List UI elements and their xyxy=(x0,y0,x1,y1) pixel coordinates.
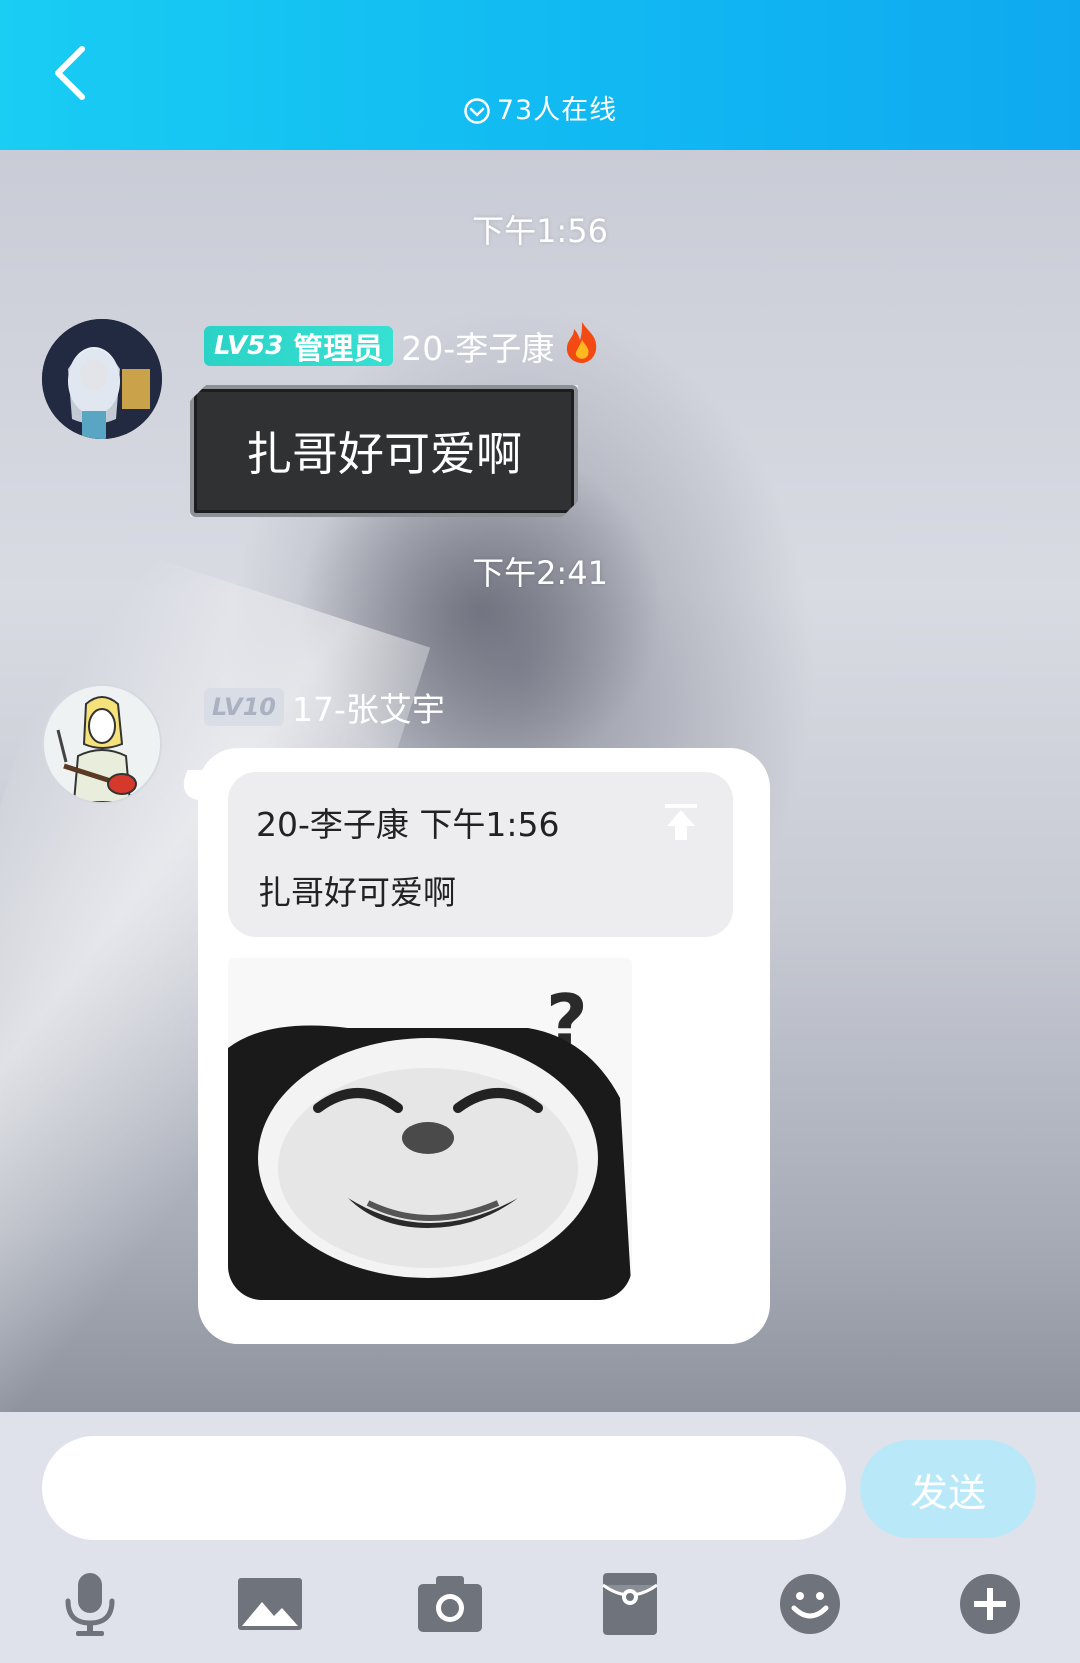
microphone-icon xyxy=(65,1573,115,1636)
jump-to-quote-icon[interactable] xyxy=(659,800,703,844)
fire-icon xyxy=(562,320,602,372)
emoji-button[interactable] xyxy=(774,1568,846,1640)
message-input[interactable] xyxy=(42,1436,846,1540)
guitarist-avatar-icon xyxy=(44,686,160,802)
red-packet-button[interactable] xyxy=(594,1568,666,1640)
composer-bar: 发送 xyxy=(0,1412,1080,1663)
image-button[interactable] xyxy=(234,1568,306,1640)
camera-icon xyxy=(418,1576,482,1632)
image-icon xyxy=(238,1578,302,1630)
camera-button[interactable] xyxy=(414,1568,486,1640)
red-packet-icon xyxy=(602,1573,658,1635)
level-badge: LV10 xyxy=(204,688,284,726)
sender-name[interactable]: 17-张艾宇 xyxy=(292,683,445,731)
message-sender-info: LV10 17-张艾宇 xyxy=(204,683,445,731)
panda-sticker[interactable]: ? xyxy=(228,958,632,1300)
admin-badge: LV53 管理员 xyxy=(204,326,394,367)
role-label: 管理员 xyxy=(293,332,384,367)
sender-name[interactable]: 20-李子康 xyxy=(401,322,554,370)
level-label: LV53 xyxy=(214,331,284,361)
avatar[interactable] xyxy=(42,319,162,439)
online-count[interactable]: 73人在线 xyxy=(0,88,1080,132)
header-bar: 73人在线 xyxy=(0,0,1080,150)
emoji-icon xyxy=(780,1574,840,1634)
chat-background: 下午1:56 LV53 管理员 20-李子康 扎哥好可爱啊 下午2:41 LV1… xyxy=(0,150,1080,1412)
message-text: 扎哥好可爱啊 xyxy=(246,427,522,481)
online-count-text: 73人在线 xyxy=(496,95,618,126)
voice-button[interactable] xyxy=(54,1568,126,1640)
quote-text: 扎哥好可爱啊 xyxy=(258,873,456,912)
quoted-message[interactable]: 20-李子康 下午1:56 扎哥好可爱啊 xyxy=(228,772,733,937)
chevron-down-circle-icon xyxy=(463,97,491,132)
plus-icon xyxy=(960,1574,1020,1634)
message-bubble[interactable]: 扎哥好可爱啊 xyxy=(190,385,578,517)
message-bubble[interactable]: 20-李子康 下午1:56 扎哥好可爱啊 ? xyxy=(198,748,770,1344)
panda-face-image: ? xyxy=(228,958,632,1300)
message-timestamp: 下午1:56 xyxy=(472,212,608,250)
anime-girl-avatar-icon xyxy=(42,319,162,439)
message-timestamp: 下午2:41 xyxy=(472,554,608,592)
avatar[interactable] xyxy=(42,684,162,804)
quote-header: 20-李子康 下午1:56 xyxy=(256,805,560,844)
message-sender-info: LV53 管理员 20-李子康 xyxy=(204,320,602,372)
send-button[interactable]: 发送 xyxy=(860,1440,1036,1538)
level-label: LV10 xyxy=(212,693,276,721)
more-button[interactable] xyxy=(954,1568,1026,1640)
